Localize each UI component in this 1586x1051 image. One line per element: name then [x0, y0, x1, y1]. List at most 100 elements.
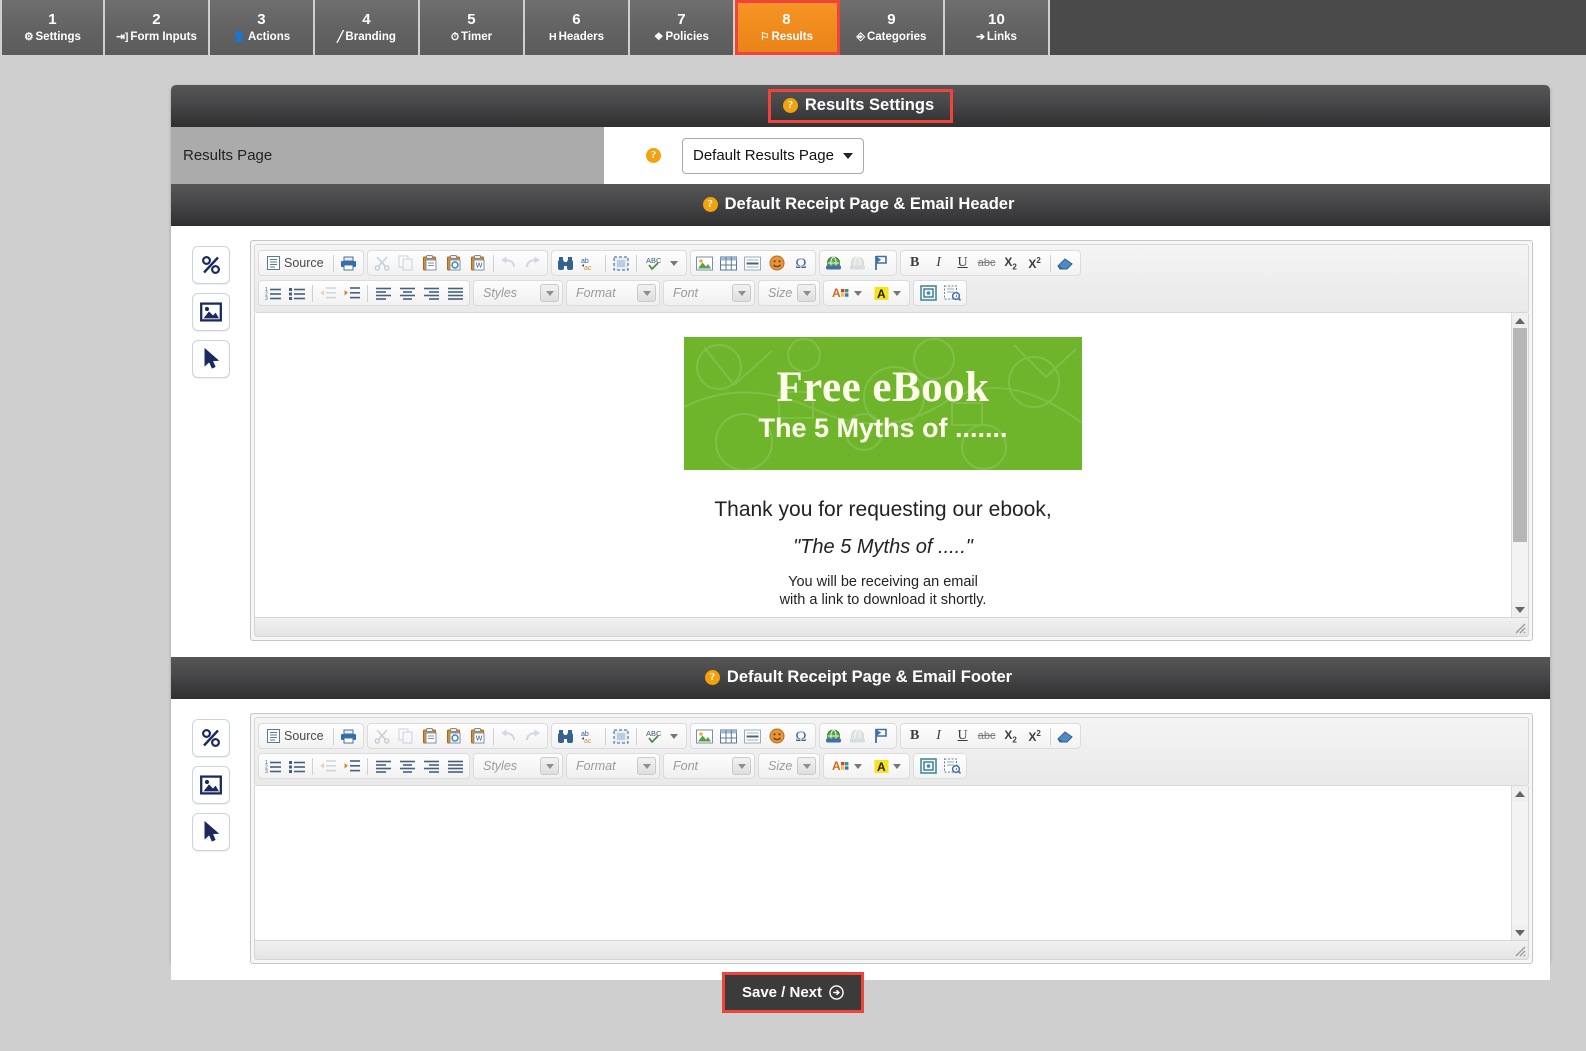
scroll-thumb[interactable] [1513, 328, 1527, 542]
copy-button[interactable] [394, 725, 418, 747]
undo-button[interactable] [497, 725, 521, 747]
link-button[interactable] [822, 252, 846, 274]
resize-grip-icon[interactable] [1513, 944, 1526, 957]
align-center-button[interactable] [395, 282, 419, 304]
help-icon[interactable]: ? [704, 670, 720, 685]
outdent-button[interactable] [316, 282, 340, 304]
select-all-button[interactable] [609, 725, 633, 747]
special-character-button[interactable]: Ω [789, 252, 813, 274]
size-combo[interactable]: Size [758, 753, 820, 779]
strikethrough-button[interactable]: abc [975, 252, 999, 274]
underline-button[interactable]: U [951, 252, 975, 274]
background-color-button[interactable]: A [868, 755, 907, 777]
italic-button[interactable]: I [927, 725, 951, 747]
scroll-down-button[interactable] [1512, 925, 1528, 940]
bold-button[interactable]: B [903, 252, 927, 274]
scroll-track[interactable] [1512, 328, 1528, 602]
strikethrough-button[interactable]: abc [975, 725, 999, 747]
anchor-button[interactable] [870, 252, 894, 274]
scroll-track[interactable] [1512, 801, 1528, 925]
text-color-button[interactable]: A [826, 755, 868, 777]
bulleted-list-button[interactable] [285, 282, 309, 304]
scroll-up-button[interactable] [1512, 313, 1528, 328]
indent-button[interactable] [340, 282, 364, 304]
footer-editor-content[interactable] [255, 786, 1511, 940]
underline-button[interactable]: U [951, 725, 975, 747]
tab-results[interactable]: 8 ⚐ Results [735, 0, 840, 55]
insert-image-button[interactable] [693, 252, 717, 274]
unlink-button[interactable] [846, 725, 870, 747]
align-right-button[interactable] [419, 755, 443, 777]
print-button[interactable] [337, 252, 361, 274]
header-editor-content[interactable]: Free eBook The 5 Myths of ....... Thank … [255, 313, 1511, 617]
remove-format-button[interactable] [1054, 252, 1078, 274]
align-center-button[interactable] [395, 755, 419, 777]
format-combo[interactable]: Format [566, 280, 660, 306]
tab-actions[interactable]: 3 👤 Actions [210, 0, 315, 55]
numbered-list-button[interactable]: 1 2 3 [261, 282, 285, 304]
maximize-button[interactable] [916, 755, 940, 777]
numbered-list-button[interactable]: 1 2 3 [261, 755, 285, 777]
horizontal-rule-button[interactable] [741, 725, 765, 747]
subscript-button[interactable]: X2 [999, 725, 1023, 747]
copy-button[interactable] [394, 252, 418, 274]
footer-editor-scrollbar[interactable] [1511, 786, 1528, 940]
indent-button[interactable] [340, 755, 364, 777]
tab-categories[interactable]: 9 ⎆ Categories [840, 0, 945, 55]
image-icon-button[interactable] [192, 293, 230, 331]
find-button[interactable] [554, 725, 578, 747]
styles-combo[interactable]: Styles [473, 753, 563, 779]
smiley-button[interactable] [765, 725, 789, 747]
replace-button[interactable]: ab ac [578, 252, 602, 274]
percent-icon-button[interactable] [192, 719, 230, 757]
replace-button[interactable]: ab ac [578, 725, 602, 747]
scroll-up-button[interactable] [1512, 786, 1528, 801]
format-combo[interactable]: Format [566, 753, 660, 779]
print-button[interactable] [337, 725, 361, 747]
justify-button[interactable] [443, 755, 467, 777]
tab-form-inputs[interactable]: 2 ⇥] Form Inputs [105, 0, 210, 55]
scroll-down-button[interactable] [1512, 602, 1528, 617]
header-editor-scrollbar[interactable] [1511, 313, 1528, 617]
smiley-button[interactable] [765, 252, 789, 274]
help-icon[interactable]: ? [646, 148, 661, 163]
paste-button[interactable] [418, 725, 442, 747]
tab-policies[interactable]: 7 ❖ Policies [630, 0, 735, 55]
special-character-button[interactable]: Ω [789, 725, 813, 747]
superscript-button[interactable]: X2 [1023, 252, 1047, 274]
percent-icon-button[interactable] [192, 246, 230, 284]
horizontal-rule-button[interactable] [741, 252, 765, 274]
paste-button[interactable] [418, 252, 442, 274]
insert-image-button[interactable] [693, 725, 717, 747]
unlink-button[interactable] [846, 252, 870, 274]
font-combo[interactable]: Font [663, 753, 755, 779]
select-all-button[interactable] [609, 252, 633, 274]
outdent-button[interactable] [316, 755, 340, 777]
justify-button[interactable] [443, 282, 467, 304]
help-icon[interactable]: ? [782, 98, 798, 113]
cut-button[interactable] [370, 725, 394, 747]
anchor-button[interactable] [870, 725, 894, 747]
insert-table-button[interactable] [717, 725, 741, 747]
cursor-icon-button[interactable] [192, 813, 230, 851]
bold-button[interactable]: B [903, 725, 927, 747]
tab-headers[interactable]: 6 H Headers [525, 0, 630, 55]
paste-from-word-button[interactable]: W [466, 725, 490, 747]
tab-branding[interactable]: 4 ╱ Branding [315, 0, 420, 55]
paste-as-text-button[interactable] [442, 252, 466, 274]
tab-timer[interactable]: 5 ⏱ Timer [420, 0, 525, 55]
cut-button[interactable] [370, 252, 394, 274]
align-right-button[interactable] [419, 282, 443, 304]
cursor-icon-button[interactable] [192, 340, 230, 378]
insert-table-button[interactable] [717, 252, 741, 274]
font-combo[interactable]: Font [663, 280, 755, 306]
spellcheck-button[interactable]: ABC [640, 252, 684, 274]
paste-from-word-button[interactable]: W [466, 252, 490, 274]
resize-grip-icon[interactable] [1513, 621, 1526, 634]
show-blocks-button[interactable] [940, 755, 964, 777]
tab-links[interactable]: 10 ➔ Links [945, 0, 1050, 55]
save-next-button[interactable]: Save / Next [721, 972, 865, 1013]
find-button[interactable] [554, 252, 578, 274]
size-combo[interactable]: Size [758, 280, 820, 306]
background-color-button[interactable]: A [868, 282, 907, 304]
